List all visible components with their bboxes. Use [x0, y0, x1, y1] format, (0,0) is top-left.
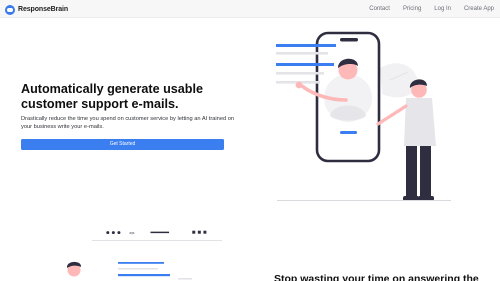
person-arm	[376, 104, 408, 126]
message-line	[276, 63, 334, 66]
person-leg	[420, 146, 431, 200]
hero-divider	[277, 200, 451, 201]
brand[interactable]: ResponseBrain	[5, 4, 68, 15]
mock-editor-toolbar: <>	[92, 230, 222, 241]
hero-illustration	[276, 31, 436, 201]
toolbar-square	[197, 230, 201, 234]
hero-subtitle: Drastically reduce the time you spend on…	[21, 116, 235, 131]
message-line	[178, 278, 192, 280]
toolbar-square	[192, 230, 196, 234]
toolbar-square	[203, 230, 207, 234]
nav-link-create-app[interactable]: Create App	[464, 5, 494, 13]
message-line	[118, 262, 164, 264]
phone-speaker	[340, 38, 358, 42]
message-line	[276, 72, 324, 75]
nav-link-login[interactable]: Log In	[434, 5, 451, 13]
code-icon: <>	[129, 231, 135, 236]
dot-icon	[117, 231, 121, 235]
person-leg	[406, 146, 417, 200]
toolbar-line	[150, 231, 170, 234]
pointing-hand	[295, 81, 303, 89]
person-torso	[404, 98, 436, 146]
nav-link-contact[interactable]: Contact	[369, 5, 390, 13]
nav-link-pricing[interactable]: Pricing	[403, 5, 421, 13]
phone-button	[340, 131, 357, 134]
top-navbar: ResponseBrain Contact Pricing Log In Cre…	[0, 0, 500, 18]
lower-illustration	[66, 261, 192, 280]
hero-title: Automatically generate usable customer s…	[21, 82, 203, 111]
message-line	[276, 44, 336, 47]
message-line	[118, 274, 170, 277]
brand-name: ResponseBrain	[18, 6, 69, 13]
chat-bubble-logo-icon	[5, 4, 15, 15]
dot-icon	[106, 231, 110, 235]
dot-icon	[111, 231, 115, 235]
message-line	[276, 52, 328, 55]
get-started-button[interactable]: Get Started	[21, 139, 224, 150]
section-title: Stop wasting your time on answering the	[274, 273, 479, 281]
message-line	[118, 268, 158, 270]
nav-links: Contact Pricing Log In Create App	[369, 5, 494, 13]
